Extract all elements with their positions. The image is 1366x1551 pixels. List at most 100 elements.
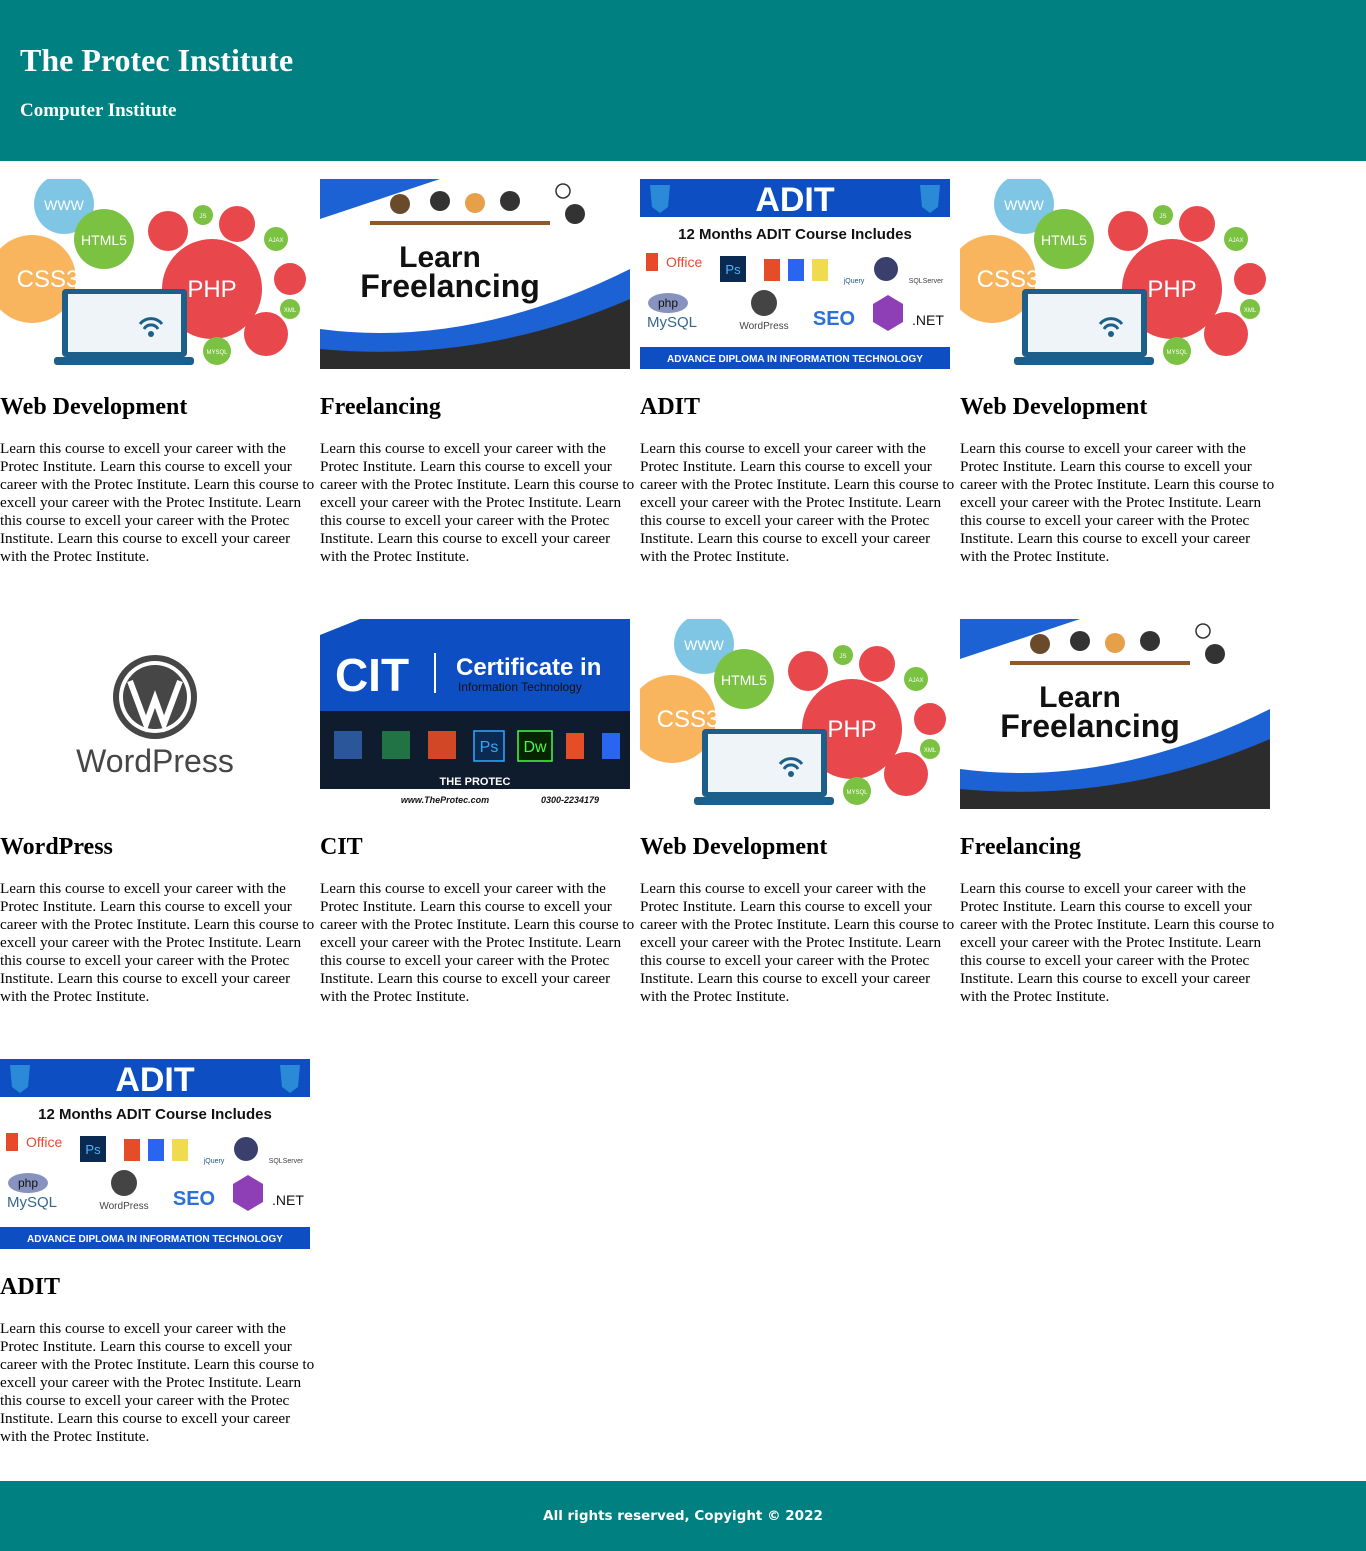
svg-text:ADVANCE DIPLOMA IN INFORMATION: ADVANCE DIPLOMA IN INFORMATION TECHNOLOG… [667, 354, 923, 365]
svg-text:WordPress: WordPress [99, 1201, 148, 1212]
svg-text:SEO: SEO [813, 308, 855, 330]
svg-text:PHP: PHP [187, 276, 236, 303]
svg-text:MYSQL: MYSQL [846, 790, 868, 796]
svg-text:Ps: Ps [725, 262, 741, 277]
svg-text:SQLServer: SQLServer [269, 1158, 304, 1165]
copyright-text: All rights reserved, Copyight © 2022 [543, 1508, 823, 1524]
svg-text:JS: JS [839, 654, 846, 660]
svg-text:jQuery: jQuery [843, 278, 865, 285]
svg-text:CSS3: CSS3 [657, 706, 720, 733]
svg-text:AJAX: AJAX [1228, 238, 1243, 244]
svg-text:HTML5: HTML5 [721, 672, 767, 688]
course-image-web-development: WWW HTML5 CSS3 PHP JS AJAX XML MYSQL [640, 619, 950, 809]
svg-text:XML: XML [924, 748, 937, 754]
course-image-web-development: WWW HTML5 CSS3 PHP JS AJAX XML MYSQL [0, 179, 310, 369]
svg-text:php: php [18, 1176, 38, 1190]
svg-text:MySQL: MySQL [647, 314, 697, 331]
site-title: The Protec Institute [20, 42, 294, 78]
svg-text:THE PROTEC: THE PROTEC [440, 776, 511, 788]
svg-text:WWW: WWW [684, 637, 724, 653]
course-description: Learn this course to excell your career … [640, 880, 955, 1005]
course-description: Learn this course to excell your career … [640, 440, 955, 565]
course-image-adit: ADIT 12 Months ADIT Course Includes Offi… [640, 179, 950, 369]
course-image-freelancing: Learn Freelancing [320, 179, 630, 369]
svg-text:Freelancing: Freelancing [1000, 708, 1180, 744]
svg-text:AJAX: AJAX [908, 678, 923, 684]
course-description: Learn this course to excell your career … [0, 440, 315, 565]
svg-text:CSS3: CSS3 [17, 266, 80, 293]
course-description: Learn this course to excell your career … [0, 880, 315, 1005]
course-title: ADIT [0, 1274, 61, 1300]
course-title: Web Development [960, 394, 1148, 420]
course-title: Freelancing [960, 834, 1081, 860]
svg-text:XML: XML [1244, 308, 1257, 314]
svg-text:jQuery: jQuery [203, 1158, 225, 1165]
course-title: ADIT [640, 394, 701, 420]
svg-text:Information Technology: Information Technology [458, 680, 582, 694]
course-description: Learn this course to excell your career … [0, 1320, 315, 1445]
svg-text:www.TheProtec.com: www.TheProtec.com [401, 795, 489, 805]
svg-text:JS: JS [199, 214, 206, 220]
site-header: The Protec Institute Computer Institute [0, 0, 1366, 161]
course-title: CIT [320, 834, 363, 860]
svg-text:MYSQL: MYSQL [1166, 350, 1188, 356]
svg-text:Dw: Dw [523, 739, 547, 756]
svg-text:.NET: .NET [272, 1192, 304, 1208]
svg-text:PHP: PHP [1147, 276, 1196, 303]
svg-text:MYSQL: MYSQL [206, 350, 228, 356]
svg-text:12 Months ADIT Course Includes: 12 Months ADIT Course Includes [38, 1106, 272, 1123]
svg-text:php: php [658, 296, 678, 310]
svg-text:PHP: PHP [827, 716, 876, 743]
course-card: WordPress WordPress Learn this course to… [0, 619, 316, 1005]
svg-text:0300-2234179: 0300-2234179 [541, 795, 599, 805]
course-card: ADIT 12 Months ADIT Course Includes Offi… [0, 1059, 316, 1445]
svg-text:JS: JS [1159, 214, 1166, 220]
svg-text:CSS3: CSS3 [977, 266, 1040, 293]
course-card: ADIT 12 Months ADIT Course Includes Offi… [640, 179, 956, 565]
course-image-freelancing: Learn Freelancing [960, 619, 1270, 809]
course-title: Freelancing [320, 394, 441, 420]
course-title: Web Development [640, 834, 828, 860]
svg-text:XML: XML [284, 308, 297, 314]
svg-text:SQLServer: SQLServer [909, 278, 944, 285]
svg-text:WWW: WWW [1004, 197, 1044, 213]
course-description: Learn this course to excell your career … [320, 880, 635, 1005]
svg-text:Freelancing: Freelancing [360, 268, 540, 304]
course-description: Learn this course to excell your career … [320, 440, 635, 565]
course-description: Learn this course to excell your career … [960, 880, 1275, 1005]
course-description: Learn this course to excell your career … [960, 440, 1275, 565]
course-title: Web Development [0, 394, 188, 420]
svg-text:Ps: Ps [85, 1142, 101, 1157]
svg-text:WordPress: WordPress [739, 321, 788, 332]
site-footer: All rights reserved, Copyight © 2022 [0, 1481, 1366, 1551]
course-image-cit: CIT Certificate in Information Technolog… [320, 619, 630, 809]
svg-text:WordPress: WordPress [76, 743, 234, 779]
course-card: CIT Certificate in Information Technolog… [320, 619, 636, 1005]
course-image-wordpress: WordPress [0, 619, 310, 809]
svg-text:AJAX: AJAX [268, 238, 283, 244]
img-label: WWW [44, 197, 84, 213]
course-title: WordPress [0, 834, 113, 860]
svg-text:ADVANCE DIPLOMA IN INFORMATION: ADVANCE DIPLOMA IN INFORMATION TECHNOLOG… [27, 1234, 283, 1245]
site-subtitle: Computer Institute [20, 100, 177, 121]
svg-text:SEO: SEO [173, 1188, 215, 1210]
svg-text:MySQL: MySQL [7, 1194, 57, 1211]
svg-text:.NET: .NET [912, 312, 944, 328]
svg-text:CIT: CIT [335, 649, 409, 701]
course-image-adit: ADIT 12 Months ADIT Course Includes Offi… [0, 1059, 310, 1249]
course-card: WWW HTML5 CSS3 PHP JS AJAX XML MYSQL Web… [640, 619, 956, 1005]
course-card: Learn Freelancing Freelancing Learn this… [320, 179, 636, 565]
course-card: WWW HTML5 CSS3 PHP JS AJAX XML MYSQL Web… [0, 179, 316, 565]
course-card: WWW HTML5 CSS3 PHP JS AJAX XML MYSQL Web… [960, 179, 1276, 565]
svg-text:Ps: Ps [480, 739, 499, 756]
svg-text:12 Months ADIT Course Includes: 12 Months ADIT Course Includes [678, 226, 912, 243]
svg-text:HTML5: HTML5 [81, 232, 127, 248]
course-card: Learn Freelancing Freelancing Learn this… [960, 619, 1276, 1005]
svg-text:Certificate in: Certificate in [456, 654, 601, 681]
svg-text:Office: Office [666, 254, 703, 270]
svg-text:HTML5: HTML5 [1041, 232, 1087, 248]
course-image-web-development: WWW HTML5 CSS3 PHP JS AJAX XML MYSQL [960, 179, 1270, 369]
svg-text:ADIT: ADIT [115, 1061, 195, 1099]
svg-text:Office: Office [26, 1134, 63, 1150]
svg-text:ADIT: ADIT [755, 181, 835, 219]
